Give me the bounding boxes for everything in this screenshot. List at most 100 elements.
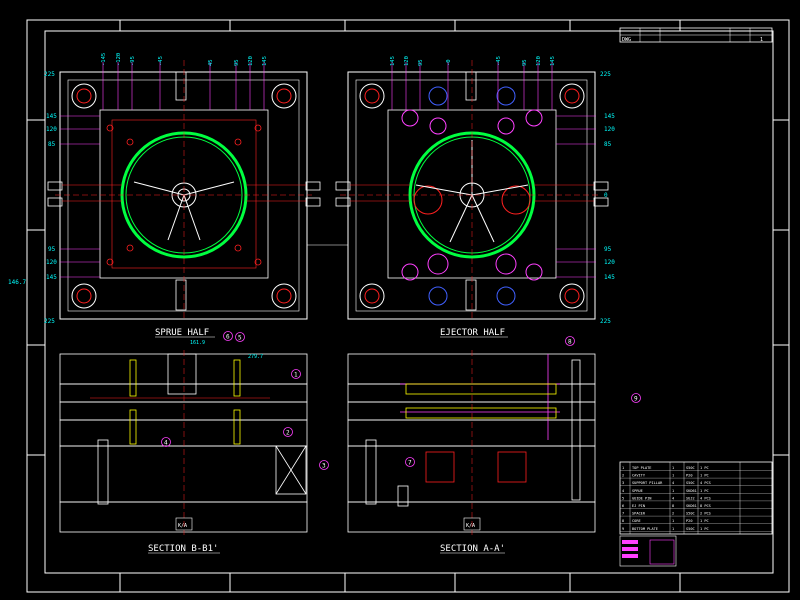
- parts-list-cell: EJ PIN: [632, 504, 645, 508]
- parts-list-cell: 4 PCS: [700, 481, 711, 485]
- parts-list-cell: 3: [622, 481, 624, 485]
- cad-drawing-canvas: DWG 1 SPRUE HALF 225 145 120 85 95 120 1…: [8, 19, 790, 593]
- parts-list-cell: SKD61: [686, 489, 697, 493]
- dim-225-top-left: 225: [44, 71, 55, 78]
- top-dimension-label: -45: [158, 56, 164, 66]
- top-dimension-label: 145: [262, 56, 268, 66]
- ejector-half-view: EJECTOR HALF: [335, 60, 609, 338]
- callout-number: 4: [164, 440, 168, 447]
- parts-list-cell: 2: [672, 512, 674, 516]
- top-dimension-label: 145: [390, 56, 396, 66]
- dim-95-right: 95: [604, 246, 612, 253]
- callout-number: 1: [294, 372, 298, 379]
- parts-list-cell: 5: [622, 496, 624, 500]
- section-b-view: [59, 353, 308, 533]
- parts-list-cell: 4: [672, 496, 674, 500]
- section-b-title: SECTION B-B1': [148, 544, 218, 554]
- title-block-sheet: 1: [760, 37, 763, 43]
- dim-225-top-right: 225: [600, 71, 611, 78]
- parts-list-cell: 2: [622, 474, 624, 478]
- parts-list-cell: 1: [672, 466, 674, 470]
- parts-list-cell: CORE: [632, 519, 641, 523]
- parts-list-cell: P20: [686, 519, 693, 523]
- top-dimension-label: -45: [496, 56, 502, 66]
- sprue-half-view: SPRUE HALF: [47, 60, 321, 338]
- top-dimension-label: 145: [550, 56, 556, 66]
- dim-145b-right: 145: [604, 274, 615, 281]
- parts-list-cell: 8: [672, 504, 674, 508]
- parts-list-cell: 1 PC: [700, 527, 709, 531]
- parts-list-cell: GUIDE PIN: [632, 496, 651, 500]
- parts-list-cell: 1: [672, 519, 674, 523]
- callout-number: 6: [226, 334, 230, 341]
- dim-145b-left: 145: [46, 274, 57, 281]
- top-dimension-label: -145: [101, 53, 107, 66]
- dim-120b-right: 120: [604, 259, 615, 266]
- parts-list-cell: SPACER: [632, 512, 646, 516]
- title-block-top: DWG 1: [619, 27, 773, 43]
- dim-95-left: 95: [48, 246, 56, 253]
- top-dims-left: -145 -120 -95 -45 45 95 120 145: [101, 53, 268, 66]
- callout-number: 5: [238, 335, 242, 342]
- dim-120-left: 120: [46, 126, 57, 133]
- sprue-half-title: SPRUE HALF: [155, 328, 209, 338]
- parts-list-cell: 4: [622, 489, 624, 493]
- parts-list-cell: S50C: [686, 527, 695, 531]
- parts-list-cell: 1: [622, 466, 624, 470]
- dim-145-left: 145: [46, 113, 57, 120]
- dim-85-left: 85: [48, 141, 56, 148]
- section-a-view: [347, 353, 596, 533]
- parts-list-cell: SPRUE: [632, 489, 643, 493]
- dim-146-left: 146.7: [8, 279, 26, 286]
- dim-161: 161.9: [190, 340, 205, 346]
- dim-225-bot-left: 225: [44, 318, 55, 325]
- top-dimension-label: 95: [522, 59, 528, 66]
- parts-list-cell: S50C: [686, 512, 695, 516]
- top-dimension-label: -120: [116, 53, 122, 66]
- top-dimension-label: 120: [404, 56, 410, 66]
- parts-list-cell: S50C: [686, 466, 695, 470]
- section-a-kla: K/A: [466, 523, 475, 529]
- section-a-title: SECTION A-A': [440, 544, 505, 554]
- section-b-kla: K/A: [178, 523, 187, 529]
- top-dimension-label: -95: [130, 56, 136, 66]
- parts-list-cell: 6: [622, 504, 624, 508]
- top-dimension-label: 120: [536, 56, 542, 66]
- dim-145-right: 145: [604, 113, 615, 120]
- callout-number: 8: [568, 339, 572, 346]
- parts-list-cell: 4: [672, 481, 674, 485]
- callout-number: 2: [286, 430, 290, 437]
- callout-number: 3: [322, 463, 326, 470]
- parts-list-cell: CAVITY: [632, 474, 646, 478]
- dim-0-right: 0: [604, 192, 608, 199]
- parts-list-cell: 9: [622, 527, 624, 531]
- top-dimension-label: 95: [418, 59, 424, 66]
- dim-120b-left: 120: [46, 259, 57, 266]
- parts-list-cell: P20: [686, 474, 693, 478]
- dim-85-right: 85: [604, 141, 612, 148]
- parts-list-cell: 2 PCS: [700, 512, 711, 516]
- top-dimension-label: -0: [446, 59, 452, 66]
- parts-list-cell: 7: [622, 512, 624, 516]
- dim-279: 279.7: [248, 354, 263, 360]
- parts-list-table: 1 TOP PLATE 1 S50C 1 PC 2 CAVITY 1 P20 1 PC 3 SUPPO…: [619, 461, 773, 535]
- sheet-border-inner: [44, 30, 774, 574]
- parts-list-cell: 8: [622, 519, 624, 523]
- parts-list-cell: TOP PLATE: [632, 466, 651, 470]
- parts-list-cell: 1: [672, 489, 674, 493]
- parts-list-cell: BOTTOM PLATE: [632, 527, 658, 531]
- parts-list-cell: SUPPORT PILLAR: [632, 481, 663, 485]
- top-dimension-label: 120: [248, 56, 254, 66]
- ejector-half-title: EJECTOR HALF: [440, 328, 505, 338]
- parts-list-cell: 1 PC: [700, 489, 709, 493]
- title-block-dwg: DWG: [622, 37, 631, 43]
- parts-list-cell: SUJ2: [686, 496, 695, 500]
- top-dimension-label: 95: [234, 59, 240, 66]
- parts-list-cell: 4 PCS: [700, 496, 711, 500]
- callout-number: 9: [634, 396, 638, 403]
- parts-list-cell: S50C: [686, 481, 695, 485]
- callout-number: 7: [408, 460, 412, 467]
- parts-list-cell: 1 PC: [700, 519, 709, 523]
- parts-list-cell: 1: [672, 527, 674, 531]
- parts-list-cell: SKD61: [686, 504, 697, 508]
